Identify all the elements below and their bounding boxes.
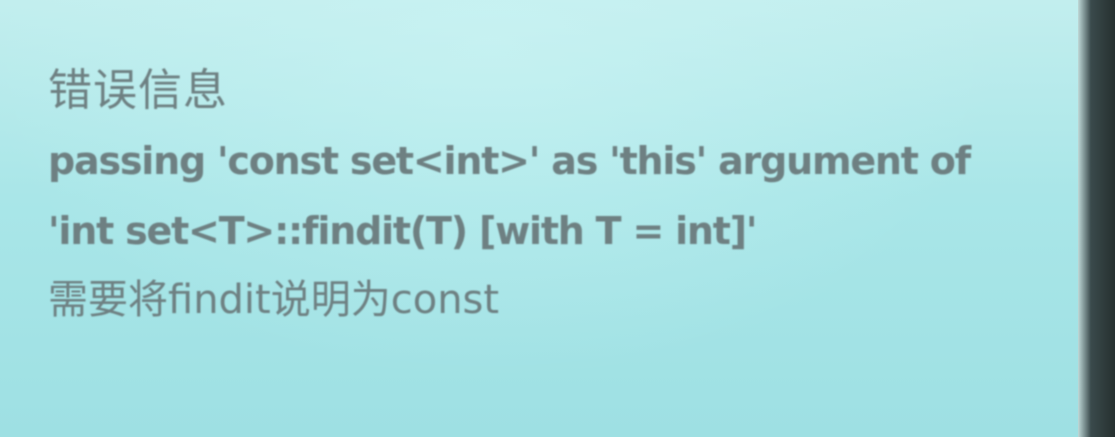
slide: 错误信息 passing 'const set<int>' as 'this' … (0, 0, 1090, 437)
screen-edge (1078, 0, 1115, 437)
fix-note: 需要将findit说明为const (48, 277, 500, 323)
slide-content: 错误信息 passing 'const set<int>' as 'this' … (48, 56, 1058, 334)
slide-title: 错误信息 (48, 65, 228, 116)
projection-screen: 错误信息 passing 'const set<int>' as 'this' … (0, 0, 1115, 437)
error-message-line-1: passing 'const set<int>' as 'this' argum… (48, 139, 971, 183)
error-message-line-2: 'int set<T>::findit(T) [with T = int]' (48, 209, 758, 253)
